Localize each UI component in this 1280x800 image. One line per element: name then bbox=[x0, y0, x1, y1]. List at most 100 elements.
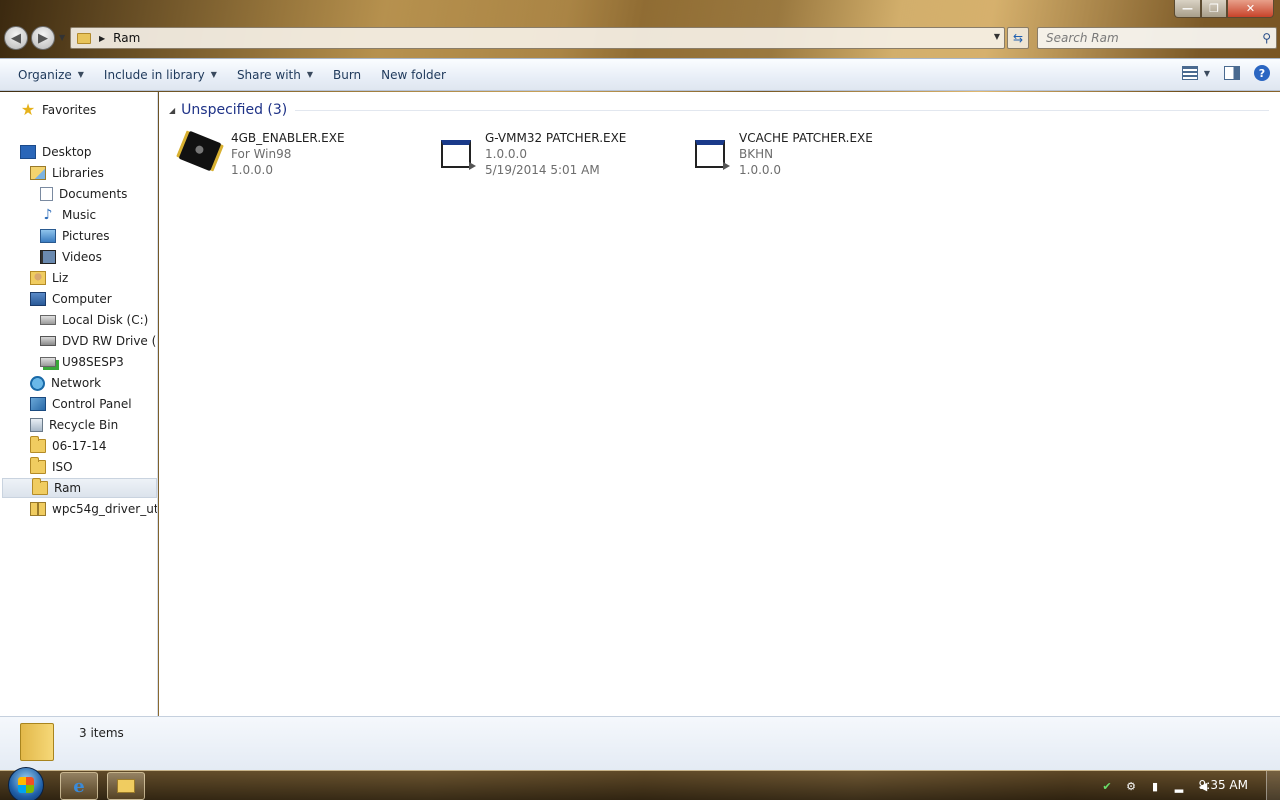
file-item-vcache-patcher[interactable]: VCACHE PATCHER.EXE BKHN 1.0.0.0 bbox=[685, 130, 935, 180]
sidebar-item-label: Desktop bbox=[42, 145, 92, 159]
sidebar-item-06-17-14[interactable]: 06-17-14 bbox=[30, 436, 106, 456]
sidebar-item-label: Control Panel bbox=[52, 397, 132, 411]
start-button[interactable] bbox=[8, 767, 44, 800]
sidebar-item-iso[interactable]: ISO bbox=[30, 457, 73, 477]
sidebar-item-music[interactable]: ♪ Music bbox=[40, 205, 97, 225]
sidebar-item-recycle-bin[interactable]: Recycle Bin bbox=[30, 415, 118, 435]
address-bar[interactable]: ▶ Ram ▼ bbox=[70, 27, 1005, 49]
refresh-icon: ⇆ bbox=[1012, 31, 1024, 45]
file-item-g-vmm32-patcher[interactable]: G-VMM32 PATCHER.EXE 1.0.0.0 5/19/2014 5:… bbox=[431, 130, 681, 180]
sidebar-item-label: 06-17-14 bbox=[52, 439, 107, 453]
collapse-triangle-icon[interactable]: ◢ bbox=[169, 106, 175, 115]
sidebar-item-computer[interactable]: Computer bbox=[30, 289, 112, 309]
sidebar-item-u98sesp3[interactable]: U98SESP3 bbox=[40, 352, 124, 372]
network-icon bbox=[30, 375, 45, 391]
group-title: Unspecified (3) bbox=[181, 102, 288, 118]
sidebar-item-label: DVD RW Drive (D:) bbox=[62, 334, 157, 348]
sidebar-item-label: Network bbox=[51, 376, 102, 390]
sidebar-item-local-disk[interactable]: Local Disk (C:) bbox=[40, 310, 148, 330]
security-check-icon[interactable]: ✔ bbox=[1100, 779, 1114, 793]
sidebar-item-desktop[interactable]: Desktop bbox=[20, 142, 92, 162]
file-version: 1.0.0.0 bbox=[739, 163, 781, 177]
sidebar-item-dvd-drive[interactable]: DVD RW Drive (D:) bbox=[40, 331, 157, 351]
close-button[interactable]: ✕ bbox=[1227, 0, 1274, 18]
music-icon: ♪ bbox=[43, 207, 53, 223]
refresh-button[interactable]: ⇆ bbox=[1007, 27, 1029, 49]
chevron-down-icon: ▼ bbox=[77, 70, 84, 79]
windows-explorer-icon bbox=[117, 779, 135, 793]
file-version: 1.0.0.0 bbox=[231, 163, 273, 177]
network-adapter-icon[interactable]: ⚙ bbox=[1124, 779, 1138, 793]
sidebar-item-label: Recycle Bin bbox=[49, 418, 119, 432]
sidebar-item-pictures[interactable]: Pictures bbox=[40, 226, 110, 246]
taskbar-clock[interactable]: 9:35 AM bbox=[1199, 778, 1248, 792]
search-input[interactable]: Search Ram ⚲ bbox=[1037, 27, 1277, 49]
file-name: G-VMM32 PATCHER.EXE bbox=[485, 131, 627, 145]
folder-icon bbox=[30, 436, 46, 453]
sidebar-item-documents[interactable]: Documents bbox=[40, 184, 127, 204]
file-name: 4GB_ENABLER.EXE bbox=[231, 131, 345, 145]
file-date: 5/19/2014 5:01 AM bbox=[485, 163, 600, 177]
breadcrumb-arrow-icon[interactable]: ▶ bbox=[99, 34, 105, 43]
sidebar-item-label: Libraries bbox=[52, 166, 104, 180]
forward-button[interactable]: ▶ bbox=[31, 26, 55, 50]
sidebar-item-favorites[interactable]: ★ Favorites bbox=[20, 100, 96, 120]
sidebar-item-network[interactable]: Network bbox=[30, 373, 101, 393]
sidebar-item-control-panel[interactable]: Control Panel bbox=[30, 394, 132, 414]
sidebar-item-label: Music bbox=[62, 208, 97, 222]
videos-icon bbox=[40, 250, 56, 264]
folder-icon bbox=[20, 723, 54, 761]
back-button[interactable]: ◀ bbox=[4, 26, 28, 50]
search-icon[interactable]: ⚲ bbox=[1262, 31, 1271, 45]
explorer-window: — ❐ ✕ ◀ ▶ ▼ ▶ Ram ▼ ⇆ Search Ram ⚲ Organ… bbox=[0, 0, 1280, 770]
burn-button[interactable]: Burn bbox=[323, 68, 371, 82]
sidebar-item-label: Ram bbox=[54, 481, 82, 495]
zip-folder-icon bbox=[30, 502, 46, 516]
maximize-button[interactable]: ❐ bbox=[1201, 0, 1227, 18]
sidebar-item-videos[interactable]: Videos bbox=[40, 247, 102, 267]
chevron-down-icon: ▼ bbox=[1203, 68, 1210, 78]
computer-icon bbox=[30, 292, 46, 306]
windows-logo-icon bbox=[18, 777, 34, 793]
search-placeholder: Search Ram bbox=[1046, 31, 1119, 45]
view-options-icon bbox=[1181, 66, 1198, 80]
address-dropdown-icon[interactable]: ▼ bbox=[994, 32, 1000, 41]
sidebar-item-label: wpc54g_driver_utilit bbox=[52, 502, 157, 516]
sidebar-item-wpc54g[interactable]: wpc54g_driver_utilit bbox=[30, 499, 157, 519]
folder-icon bbox=[30, 457, 46, 474]
include-in-library-label: Include in library bbox=[103, 67, 205, 82]
sidebar-item-label: Pictures bbox=[62, 229, 110, 243]
sidebar-item-label: Local Disk (C:) bbox=[62, 313, 149, 327]
taskbar: e ✔ ⚙ ▮ ▂ ◀ 9:35 AM bbox=[0, 767, 1280, 800]
sidebar-item-libraries[interactable]: Libraries bbox=[30, 163, 104, 183]
sidebar-item-ram[interactable]: Ram bbox=[2, 478, 157, 498]
include-in-library-button[interactable]: Include in library ▼ bbox=[94, 68, 227, 82]
sidebar-item-liz[interactable]: Liz bbox=[30, 268, 68, 288]
chevron-down-icon: ▼ bbox=[210, 70, 217, 79]
signal-strength-icon[interactable]: ▂ bbox=[1172, 779, 1186, 793]
sidebar-item-label: U98SESP3 bbox=[62, 355, 124, 369]
minimize-button[interactable]: — bbox=[1174, 0, 1201, 18]
address-path[interactable]: Ram bbox=[113, 31, 140, 45]
chevron-down-icon: ▼ bbox=[306, 70, 313, 79]
change-view-button[interactable]: ▼ bbox=[1181, 66, 1210, 80]
safely-remove-hardware-icon[interactable]: ▮ bbox=[1148, 779, 1162, 793]
navigation-pane: ★ Favorites Desktop Libraries Documents … bbox=[0, 92, 158, 716]
preview-pane-icon[interactable] bbox=[1224, 66, 1240, 80]
sidebar-item-label: ISO bbox=[52, 460, 73, 474]
file-company: BKHN bbox=[739, 147, 774, 161]
help-icon[interactable]: ? bbox=[1254, 65, 1270, 81]
recent-pages-dropdown[interactable]: ▼ bbox=[59, 33, 65, 42]
taskbar-internet-explorer[interactable]: e bbox=[60, 772, 98, 800]
file-item-4gb-enabler[interactable]: 4GB_ENABLER.EXE For Win98 1.0.0.0 bbox=[177, 130, 427, 180]
taskbar-windows-explorer[interactable] bbox=[107, 772, 145, 800]
new-folder-button[interactable]: New folder bbox=[371, 68, 456, 82]
sidebar-item-label: Documents bbox=[59, 187, 128, 201]
documents-icon bbox=[40, 187, 53, 201]
sidebar-item-label: Computer bbox=[52, 292, 112, 306]
organize-button[interactable]: Organize ▼ bbox=[8, 68, 94, 82]
show-desktop-button[interactable] bbox=[1266, 771, 1280, 800]
group-header[interactable]: ◢ Unspecified (3) bbox=[169, 101, 1269, 119]
share-with-button[interactable]: Share with ▼ bbox=[227, 68, 323, 82]
dvd-drive-icon bbox=[40, 336, 56, 346]
